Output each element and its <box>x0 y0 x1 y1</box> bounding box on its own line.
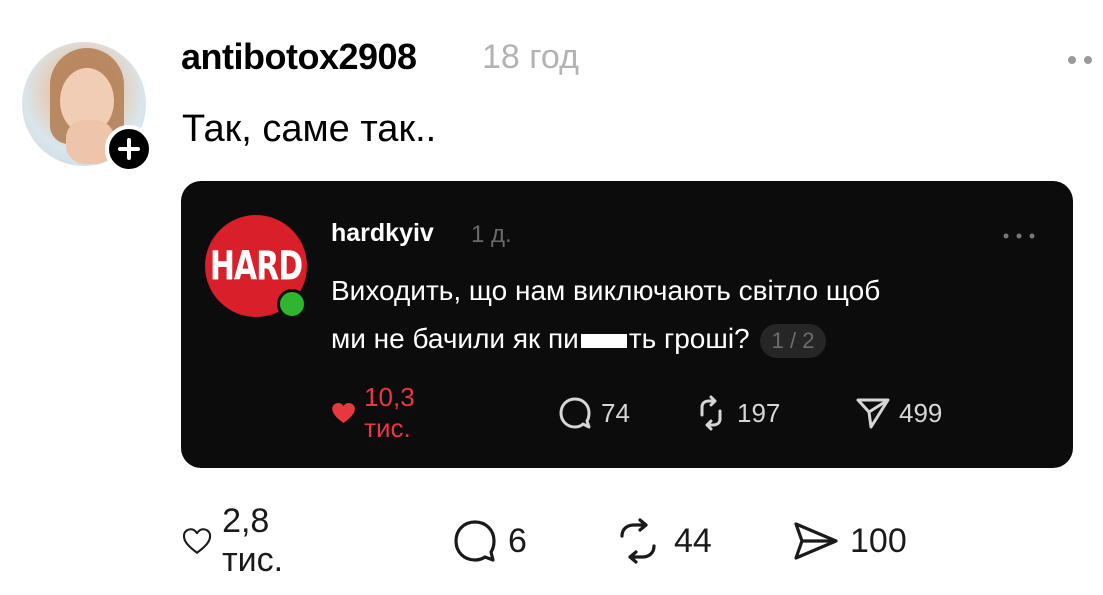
follow-button[interactable] <box>105 125 153 173</box>
reply-count: 6 <box>508 521 527 560</box>
quoted-text-line1: Виходить, що нам виключають світло щоб <box>331 275 881 306</box>
hard-logo: HARD <box>209 242 303 290</box>
quoted-share-button[interactable]: 499 <box>855 393 942 433</box>
quoted-repost-count: 197 <box>737 397 781 428</box>
heart-icon <box>182 528 212 554</box>
page-indicator[interactable]: 1 / 2 <box>759 323 827 358</box>
quoted-like-button[interactable]: 10,3 тис. <box>331 382 430 443</box>
send-icon <box>794 522 838 560</box>
reply-button[interactable]: 6 <box>452 515 527 567</box>
quoted-text-line2: ми не бачили як пи ть гроші? 1 / 2 <box>331 315 1051 363</box>
post-text: Так, саме так.. <box>182 108 437 150</box>
repost-button[interactable]: 44 <box>612 515 712 567</box>
post-time: 18 год <box>482 38 579 76</box>
plus-icon <box>118 138 140 160</box>
quoted-text-line2-start: ми не бачили як пи <box>331 323 579 354</box>
share-button[interactable]: 100 <box>792 515 907 567</box>
quoted-post[interactable]: HARD hardkyiv 1 д. Виходить, що нам викл… <box>181 181 1073 468</box>
repost-count: 44 <box>674 521 712 560</box>
quoted-repost-button[interactable]: 197 <box>693 393 780 433</box>
quoted-username[interactable]: hardkyiv <box>331 219 434 248</box>
comment-icon <box>454 520 496 562</box>
author-username[interactable]: antibotox2908 <box>181 36 417 78</box>
like-count: 2,8 тис. <box>222 502 284 579</box>
quoted-more-icon[interactable] <box>1001 231 1037 241</box>
quoted-text-line2-end: ть гроші? <box>628 323 750 354</box>
send-icon <box>856 398 890 429</box>
quoted-share-count: 499 <box>899 397 943 428</box>
quoted-reply-button[interactable]: 74 <box>557 393 630 433</box>
quoted-like-count: 10,3 тис. <box>364 382 415 443</box>
quoted-reply-count: 74 <box>601 397 630 428</box>
comment-icon <box>559 397 591 429</box>
like-button[interactable]: 2,8 тис. <box>182 502 299 579</box>
censor-bar <box>580 333 627 348</box>
repost-icon <box>620 518 656 564</box>
repost-icon <box>700 395 722 431</box>
quoted-text: Виходить, що нам виключають світло щоб м… <box>331 267 1051 363</box>
online-indicator <box>277 289 307 319</box>
quoted-time: 1 д. <box>471 221 512 248</box>
more-options-icon[interactable] <box>1066 48 1096 72</box>
heart-filled-icon <box>332 402 355 424</box>
share-count: 100 <box>850 521 907 560</box>
